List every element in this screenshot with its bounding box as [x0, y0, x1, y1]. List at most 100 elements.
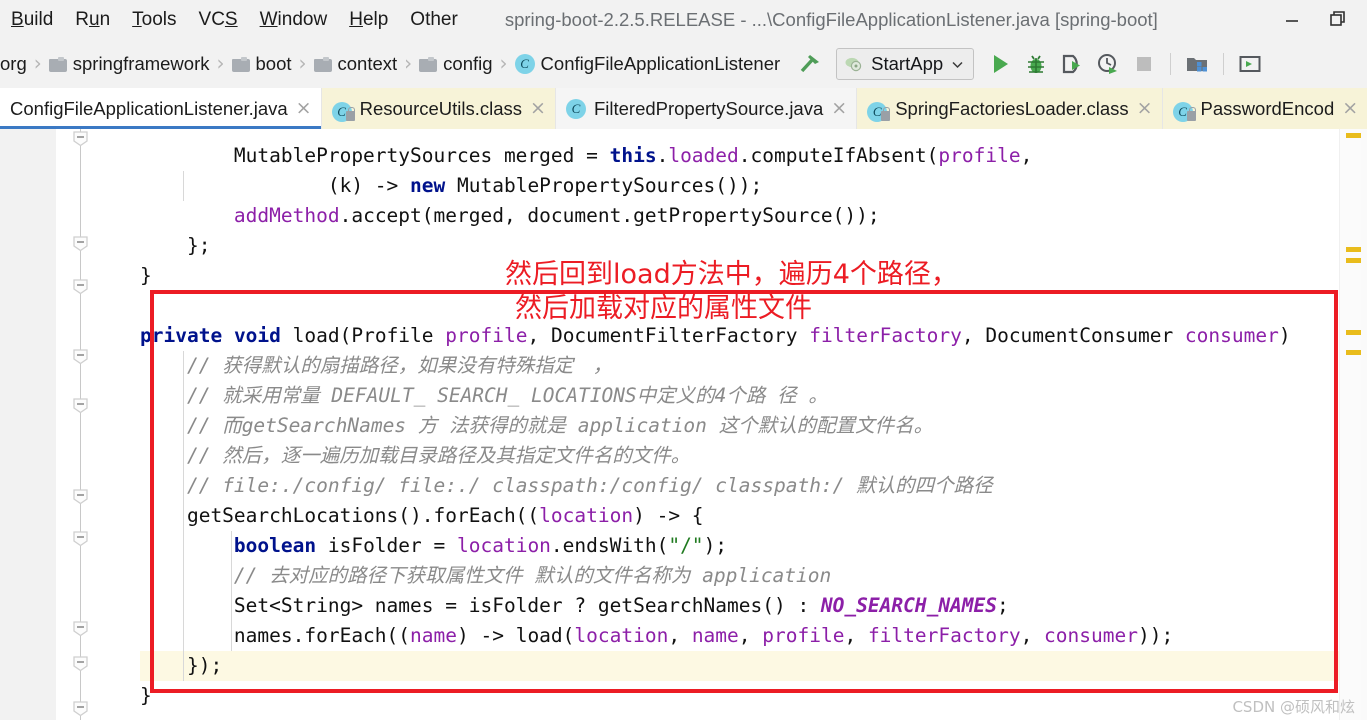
- breadcrumb-item-boot[interactable]: boot: [231, 53, 292, 75]
- bug-icon: [1028, 55, 1045, 73]
- folder-icon: [231, 56, 250, 72]
- menu-bar: Build Run Tools VCS Window Help Other: [0, 7, 469, 33]
- run-with-coverage-button[interactable]: [1054, 47, 1090, 81]
- code-line: // file:./config/ file:./ classpath:/con…: [186, 474, 993, 497]
- code-folding-gutter[interactable]: [56, 129, 140, 720]
- breadcrumb-item-class[interactable]: C ConfigFileApplicationListener: [514, 53, 781, 75]
- editor-tab-label: SpringFactoriesLoader.class: [895, 97, 1129, 119]
- menu-item-build[interactable]: Build: [0, 7, 64, 33]
- idea-window: Build Run Tools VCS Window Help Other sp…: [0, 0, 1367, 720]
- folder-icon: [48, 56, 67, 72]
- code-line: };: [140, 234, 211, 257]
- restore-button[interactable]: [1315, 1, 1361, 39]
- line-number-gutter[interactable]: [0, 129, 57, 720]
- code-line: // 而getSearchNames 方 法获得的就是 application …: [186, 414, 934, 437]
- toolbar-divider: [1223, 53, 1225, 75]
- run-toolbar: StartApp: [780, 47, 1367, 81]
- window-title: spring-boot-2.2.5.RELEASE - ...\ConfigFi…: [504, 9, 1158, 30]
- breadcrumb-separator: ›: [298, 51, 307, 75]
- close-icon[interactable]: ×: [1342, 99, 1358, 118]
- code-text-area[interactable]: MutablePropertySources merged = this.loa…: [140, 129, 1340, 720]
- breadcrumb: org › springframework › boot › context ›…: [0, 51, 780, 77]
- fold-toggle-icon[interactable]: [72, 488, 89, 505]
- code-editor[interactable]: MutablePropertySources merged = this.loa…: [0, 129, 1367, 720]
- run-button[interactable]: [982, 47, 1018, 81]
- menu-item-other[interactable]: Other: [399, 7, 469, 33]
- menu-item-run[interactable]: Run: [64, 7, 121, 33]
- play-icon: [994, 55, 1009, 73]
- console-window-icon: [1239, 56, 1261, 72]
- run-config-icon: [845, 57, 862, 72]
- editor-tab-label: FilteredPropertySource.java: [593, 97, 824, 119]
- code-line: // 就采用常量 DEFAULT_ SEARCH_ LOCATIONS中定义的4…: [186, 384, 828, 407]
- breadcrumb-separator: ›: [33, 51, 42, 75]
- breadcrumb-label: springframework: [72, 53, 210, 74]
- close-icon[interactable]: ×: [530, 99, 546, 118]
- annotation-line-2: 然后加载对应的属性文件: [515, 293, 812, 324]
- code-line: // 然后，逐一遍历加载目录路径及其指定文件名的文件。: [186, 444, 691, 467]
- restore-icon: [1330, 11, 1345, 26]
- profiler-icon: [1098, 54, 1118, 74]
- breadcrumb-item-context[interactable]: context: [313, 53, 398, 75]
- menu-item-tools[interactable]: Tools: [121, 7, 187, 33]
- breadcrumb-separator: ›: [499, 51, 508, 75]
- close-icon[interactable]: ×: [296, 99, 312, 118]
- minimize-icon: [1286, 20, 1298, 22]
- breadcrumb-label: config: [443, 53, 493, 74]
- editor-tab-springfactoriesloader[interactable]: C SpringFactoriesLoader.class ×: [857, 88, 1163, 129]
- editor-tab-configfileapplicationlistener[interactable]: ConfigFileApplicationListener.java ×: [0, 88, 322, 129]
- breadcrumb-label: context: [337, 53, 398, 74]
- code-line: addMethod.accept(merged, document.getPro…: [233, 204, 880, 227]
- code-line: // 去对应的路径下获取属性文件 默认的文件名称为 application: [233, 564, 832, 587]
- editor-tab-passwordencoder[interactable]: C PasswordEncod ×: [1162, 88, 1367, 129]
- close-icon[interactable]: ×: [831, 99, 847, 118]
- code-line: getSearchLocations().forEach((location) …: [140, 504, 704, 527]
- fold-toggle-icon[interactable]: [72, 620, 89, 637]
- editor-tab-resourceutils[interactable]: C ResourceUtils.class ×: [321, 88, 556, 129]
- editor-tab-label: ResourceUtils.class: [359, 97, 523, 119]
- breadcrumb-item-config[interactable]: config: [419, 53, 493, 75]
- menu-item-window[interactable]: Window: [249, 7, 339, 33]
- editor-tab-label: ConfigFileApplicationListener.java: [10, 97, 288, 119]
- run-configuration-selector[interactable]: StartApp: [836, 48, 975, 80]
- fold-toggle-icon[interactable]: [72, 130, 89, 147]
- menu-item-help[interactable]: Help: [338, 7, 399, 33]
- hammer-icon: [800, 55, 820, 73]
- breadcrumb-separator: ›: [404, 51, 413, 75]
- folder-icon: [419, 56, 438, 72]
- editor-tab-label: PasswordEncod: [1200, 97, 1335, 119]
- chevron-down-icon[interactable]: [950, 57, 965, 72]
- navigation-toolbar-row: org › springframework › boot › context ›…: [0, 40, 1367, 89]
- breadcrumb-label: ConfigFileApplicationListener: [540, 53, 781, 74]
- fold-toggle-icon[interactable]: [72, 700, 89, 717]
- class-icon: C: [514, 54, 535, 74]
- fold-toggle-icon[interactable]: [72, 397, 89, 414]
- fold-toggle-icon[interactable]: [72, 530, 89, 547]
- breadcrumb-item-springframework[interactable]: springframework: [48, 53, 210, 75]
- project-structure-button[interactable]: [1179, 47, 1215, 81]
- fold-toggle-icon[interactable]: [72, 348, 89, 365]
- stop-button[interactable]: [1126, 47, 1162, 81]
- minimize-button[interactable]: [1269, 1, 1315, 39]
- fold-toggle-icon[interactable]: [72, 278, 89, 295]
- code-line: boolean isFolder = location.endsWith("/"…: [233, 534, 728, 557]
- coverage-icon: [1063, 54, 1081, 74]
- annotation-line-1: 然后回到load方法中，遍历4个路径，: [505, 259, 958, 290]
- profile-button[interactable]: [1090, 47, 1126, 81]
- fold-toggle-icon[interactable]: [72, 655, 89, 672]
- terminal-button[interactable]: [1232, 47, 1268, 81]
- close-icon[interactable]: ×: [1137, 99, 1153, 118]
- menu-item-vcs[interactable]: VCS: [188, 7, 249, 33]
- editor-tab-filteredpropertysource[interactable]: C FilteredPropertySource.java ×: [556, 88, 858, 129]
- debug-button[interactable]: [1018, 47, 1054, 81]
- build-button[interactable]: [792, 47, 828, 81]
- class-icon: C: [565, 98, 586, 119]
- code-line: }: [140, 684, 152, 707]
- breadcrumb-label: org: [0, 53, 27, 74]
- toolbar-divider: [1170, 53, 1172, 75]
- breadcrumb-item-org[interactable]: org: [0, 53, 27, 75]
- breadcrumb-separator: ›: [216, 51, 225, 75]
- editor-right-edge: [1361, 129, 1367, 720]
- fold-toggle-icon[interactable]: [72, 235, 89, 252]
- class-locked-icon: C: [867, 99, 891, 122]
